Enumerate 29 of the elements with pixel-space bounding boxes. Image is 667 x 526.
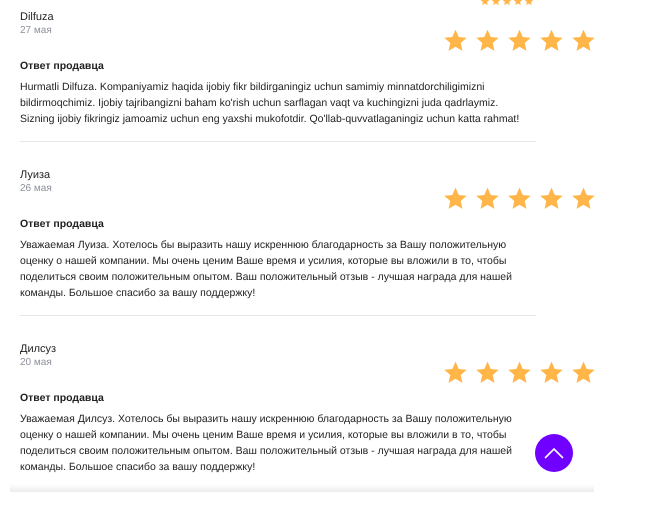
reply-text: Уважаемая Дилсуз. Хотелось бы выразить нашу искреннюю благодарность за Вашу положительную оценку о нашей компании. Мы очень ценим Ваше время и усилия, которые вы вложили в то, чтобы поделиться своим положительным опытом. Ваш положительный отзыв - лучшая награда для нашей команды. Большое спасибо за вашу поддержку! bbox=[20, 412, 513, 475]
star-icon bbox=[539, 360, 564, 385]
star-icon bbox=[475, 186, 500, 211]
star-icon bbox=[475, 28, 500, 53]
star-icon bbox=[475, 360, 500, 385]
star-icon bbox=[571, 360, 596, 385]
reviewer-name: Dilfuza bbox=[20, 10, 54, 24]
star-icon bbox=[571, 28, 596, 53]
star-icon bbox=[539, 28, 564, 53]
reviewer-name: Луиза bbox=[20, 168, 52, 182]
star-icon bbox=[443, 360, 468, 385]
star-icon bbox=[507, 28, 532, 53]
star-icon bbox=[571, 186, 596, 211]
star-icon bbox=[507, 186, 532, 211]
chevron-up-icon bbox=[544, 448, 564, 458]
review-date: 26 мая bbox=[20, 182, 52, 195]
reply-title: Ответ продавца bbox=[20, 59, 105, 73]
star-icon bbox=[443, 186, 468, 211]
reply-text: Уважаемая Луиза. Хотелось бы выразить нашу искреннюю благодарность за Вашу положительную оценку о нашей компании. Мы очень ценим Ваше время и усилия, которые вы вложили в то, чтобы поделиться своим положительным опытом. Ваш положительный отзыв - лучшая награда для нашей команды. Большое спасибо за вашу поддержку! bbox=[20, 238, 513, 301]
reply-text: Hurmatli Dilfuza. Kompaniyamiz haqida ijobiy fikr bildirganingiz uchun samimiy minnatdorchiligimizni bildirmoqchimiz. Ijobiy tajribangizni baham ko'rish uchun sarflagan vaqt va kuchingizni juda qadrlaymiz. Sizning ijobiy fikringiz jamoamiz uchun eng yaxshi mukofotdir. Qo'llab-quvvatlaganingiz uchun katta rahmat! bbox=[20, 80, 520, 127]
reply-title: Ответ продавца bbox=[20, 217, 105, 231]
star-icon bbox=[507, 360, 532, 385]
reply-title: Ответ продавца bbox=[20, 391, 105, 405]
review-date: 27 мая bbox=[20, 24, 53, 37]
star-icon bbox=[539, 186, 564, 211]
star-icon bbox=[443, 28, 468, 53]
review-date: 20 мая bbox=[20, 356, 53, 369]
reviewer-name: Дилсуз bbox=[20, 342, 56, 356]
scroll-to-top-button[interactable] bbox=[535, 434, 573, 472]
